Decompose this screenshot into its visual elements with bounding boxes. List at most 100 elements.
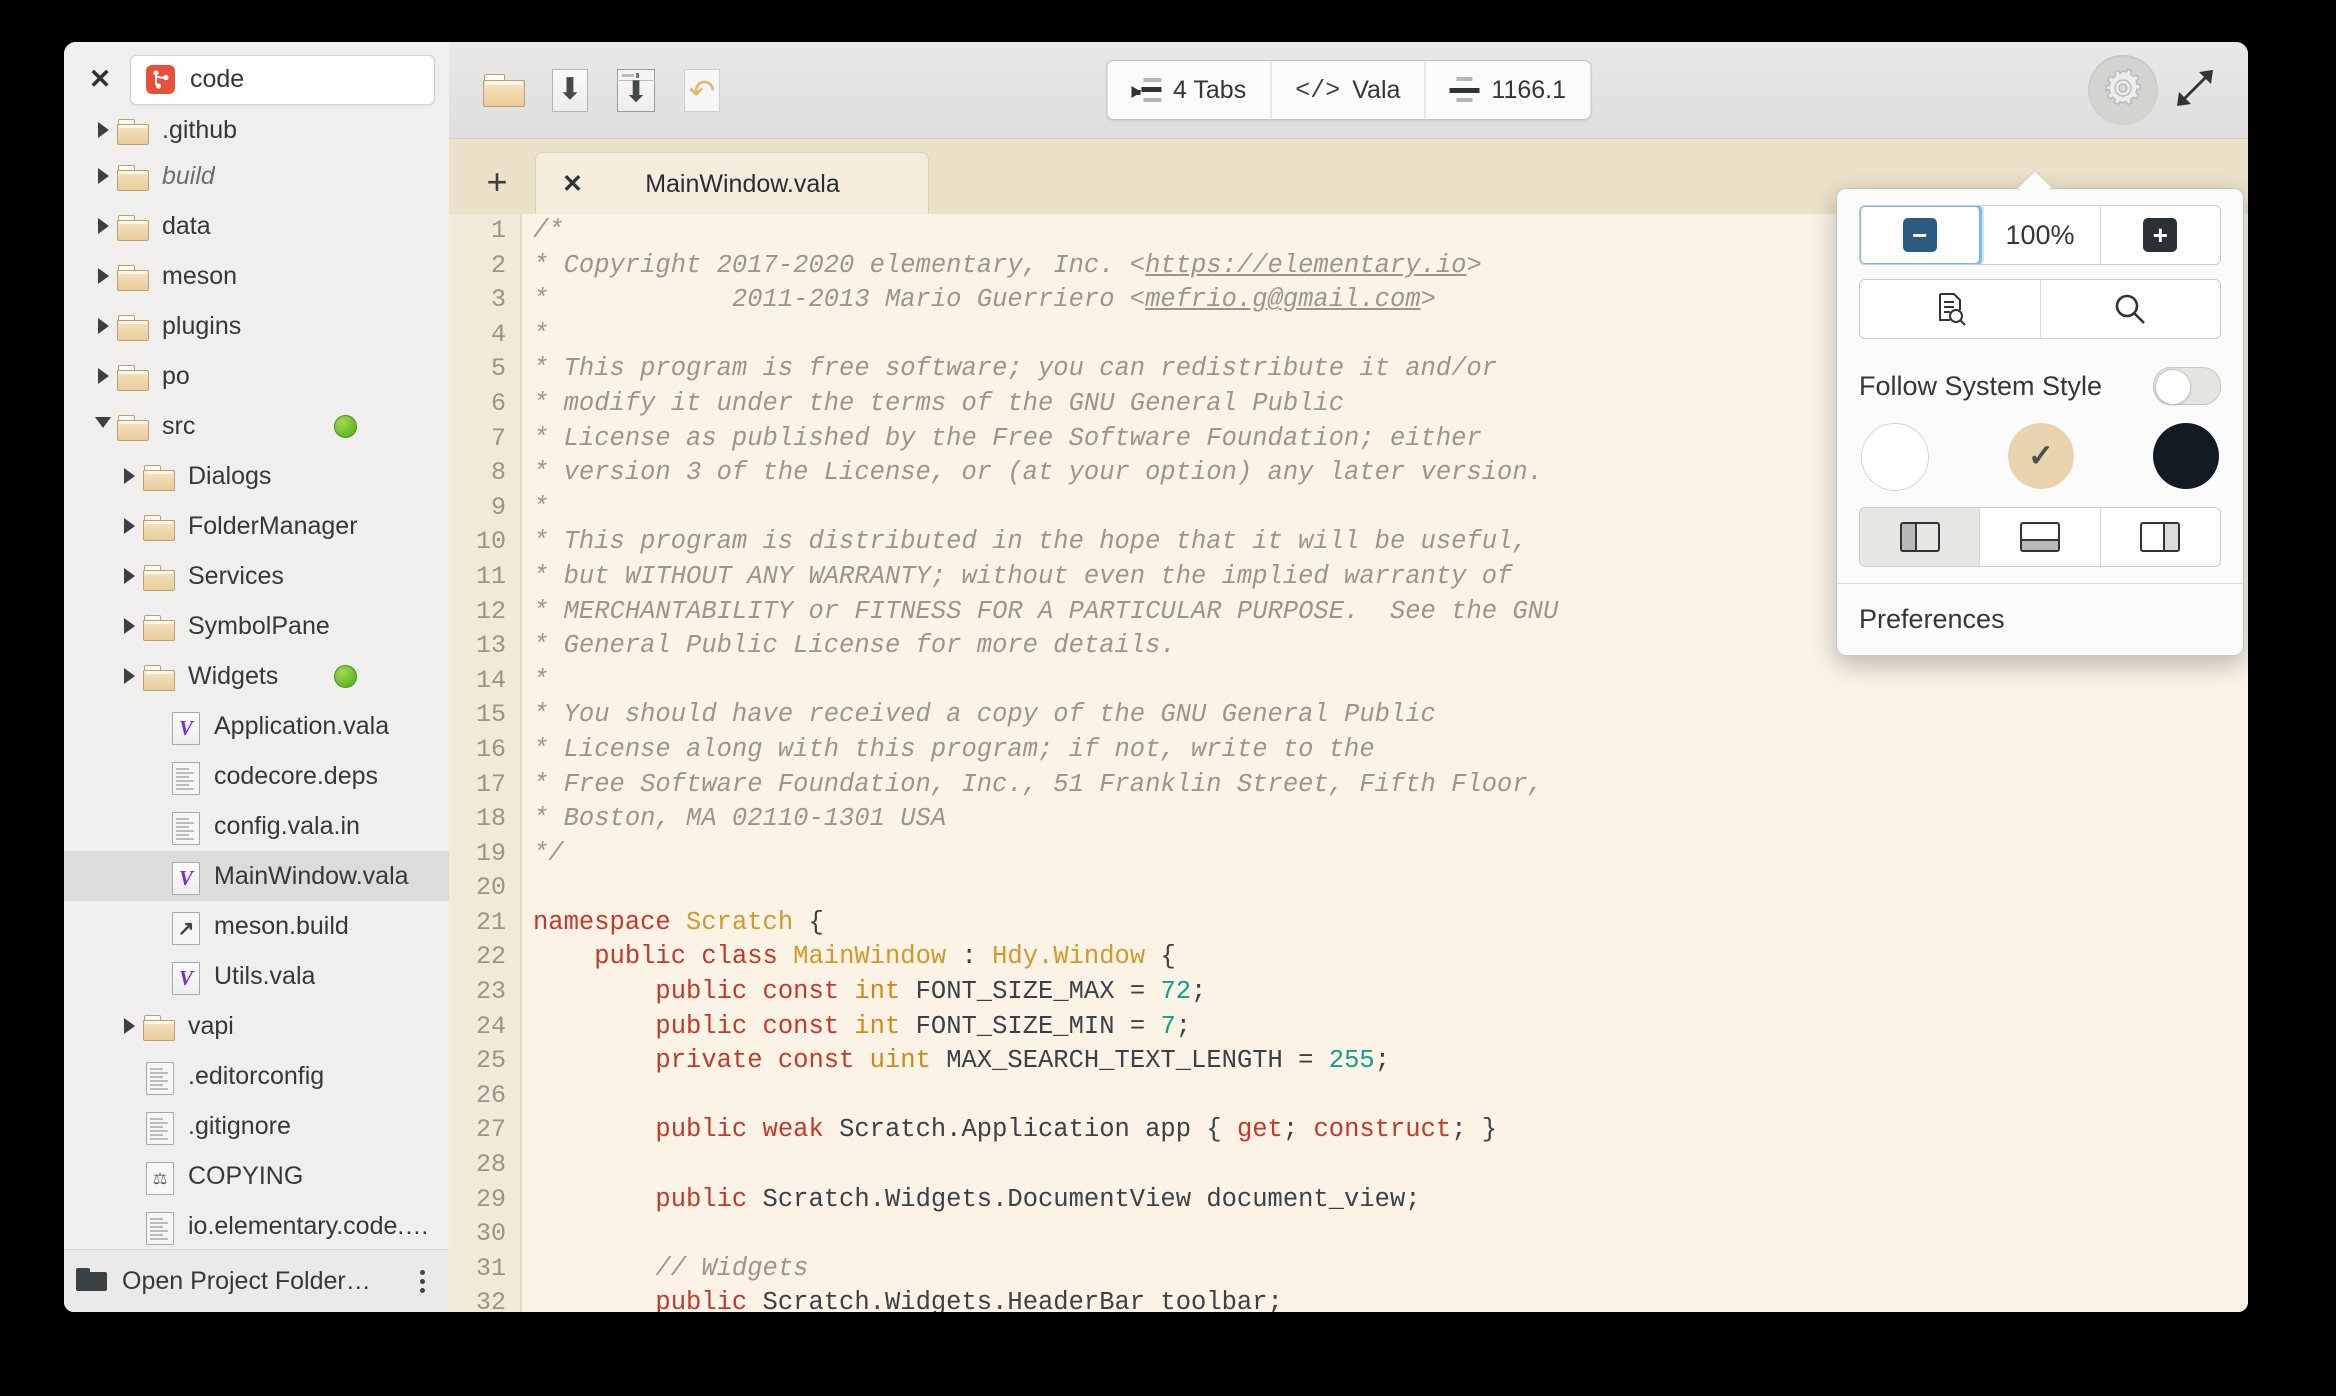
tree-item-utils-vala[interactable]: V Utils.vala	[64, 951, 449, 1001]
line-number: 25	[475, 1046, 506, 1076]
tree-item-widgets[interactable]: Widgets	[64, 651, 449, 701]
chevron-right-icon[interactable]	[90, 268, 116, 284]
tree-item-dialogs[interactable]: Dialogs	[64, 451, 449, 501]
code-token: 72	[1160, 977, 1192, 1007]
bottom-pane-toggle[interactable]	[1980, 508, 2101, 566]
language-button[interactable]: </> Vala	[1271, 61, 1426, 119]
right-pane-toggle[interactable]	[2101, 508, 2220, 566]
file-tree[interactable]: .github build data meson plugins po src Dialogs…	[64, 117, 449, 1249]
chevron-right-icon[interactable]	[116, 618, 142, 634]
code-token: * This program is distributed in the hop…	[533, 527, 1528, 557]
line-number: 29	[475, 1184, 506, 1214]
save-button[interactable]: ⬇	[537, 57, 603, 123]
tree-item-label: codecore.deps	[214, 761, 379, 790]
tree-item-symbolpane[interactable]: SymbolPane	[64, 601, 449, 651]
preferences-menu-item[interactable]: Preferences	[1837, 584, 2243, 655]
tree-item-codecore-deps[interactable]: codecore.deps	[64, 751, 449, 801]
style-light-button[interactable]	[1861, 423, 1929, 491]
code-token: Scratch.Widgets.DocumentView document_vi…	[762, 1184, 1421, 1214]
code-token: * 2011-2013 Mario Guerriero <	[533, 285, 1146, 315]
zoom-in-button[interactable]: +	[2101, 206, 2220, 264]
code-token: * version 3 of the License, or (at your …	[533, 458, 1543, 488]
tree-item-config-vala-in[interactable]: config.vala.in	[64, 801, 449, 851]
code-token: * License as published by the Free Softw…	[533, 423, 1482, 453]
tree-item-meson-build[interactable]: ↗ meson.build	[64, 901, 449, 951]
revert-button[interactable]: ↶	[669, 57, 735, 123]
tree-item-meson[interactable]: meson	[64, 251, 449, 301]
fullscreen-button[interactable]	[2164, 59, 2226, 121]
folder-icon	[142, 562, 176, 591]
code-token: * Copyright 2017-2020 elementary, Inc. <	[533, 250, 1146, 280]
code-token: private const	[655, 1046, 870, 1076]
chevron-right-icon[interactable]	[90, 168, 116, 184]
close-icon[interactable]: ✕	[562, 169, 583, 199]
tree-item-github[interactable]: .github	[64, 117, 449, 151]
chevron-right-icon[interactable]	[90, 368, 116, 384]
editor-tab[interactable]: ✕ MainWindow.vala	[535, 152, 929, 215]
chevron-right-icon[interactable]	[90, 318, 116, 334]
chevron-right-icon[interactable]	[116, 568, 142, 584]
style-dark-button[interactable]	[2153, 423, 2219, 489]
tree-item-po[interactable]: po	[64, 351, 449, 401]
chevron-right-icon[interactable]	[116, 1018, 142, 1034]
follow-system-style-toggle[interactable]	[2153, 367, 2221, 405]
code-token: MainWindow	[793, 942, 947, 972]
tree-item-label: src	[162, 411, 196, 440]
global-search-button[interactable]	[2041, 280, 2221, 338]
settings-menu-button[interactable]	[2088, 55, 2158, 125]
chevron-right-icon[interactable]	[116, 468, 142, 484]
code-token: public class	[594, 942, 794, 972]
tree-item-copying[interactable]: ⚖ COPYING	[64, 1151, 449, 1201]
style-sepia-button[interactable]: ✓	[2008, 423, 2074, 489]
search-segment	[1859, 279, 2221, 339]
tree-item-mainwindow-vala[interactable]: V MainWindow.vala	[64, 851, 449, 901]
tree-item-data[interactable]: data	[64, 201, 449, 251]
kebab-menu-icon[interactable]	[407, 1269, 437, 1293]
tree-item-services[interactable]: Services	[64, 551, 449, 601]
open-folder-button[interactable]	[471, 57, 537, 123]
tree-item-gitignore[interactable]: .gitignore	[64, 1101, 449, 1151]
find-in-document-button[interactable]	[1860, 280, 2041, 338]
open-project-folder-button[interactable]: Open Project Folder…	[64, 1249, 449, 1312]
save-as-button[interactable]: ⬇	[603, 57, 669, 123]
folder-icon	[116, 312, 150, 341]
line-number: 17	[475, 769, 506, 799]
tree-item-src[interactable]: src	[64, 401, 449, 451]
tab-width-button[interactable]: 4 Tabs	[1107, 61, 1272, 119]
tree-item-application-vala[interactable]: V Application.vala	[64, 701, 449, 751]
folder-icon	[116, 362, 150, 391]
project-chip[interactable]: code	[130, 54, 435, 105]
folder-icon	[116, 412, 150, 441]
tree-item-foldermanager[interactable]: FolderManager	[64, 501, 449, 551]
sidebar-pane-toggle[interactable]	[1860, 508, 1981, 566]
plus-icon[interactable]: +	[467, 149, 527, 215]
tree-item-build[interactable]: build	[64, 151, 449, 201]
code-token: *	[533, 319, 549, 349]
chevron-down-icon[interactable]	[90, 416, 116, 436]
tree-item-io-elementary-code-yml[interactable]: io.elementary.code.yml	[64, 1201, 449, 1249]
zoom-out-button[interactable]: −	[1860, 206, 1983, 264]
tree-item-editorconfig[interactable]: .editorconfig	[64, 1051, 449, 1101]
tree-item-vapi[interactable]: vapi	[64, 1001, 449, 1051]
chevron-right-icon[interactable]	[90, 218, 116, 234]
code-line: public const int FONT_SIZE_MAX = 72;	[533, 975, 2248, 1010]
line-number: 19	[475, 838, 506, 868]
chevron-right-icon[interactable]	[116, 518, 142, 534]
code-token: construct	[1313, 1115, 1452, 1145]
tree-item-plugins[interactable]: plugins	[64, 301, 449, 351]
folder-icon	[142, 462, 176, 491]
close-icon[interactable]: ✕	[78, 58, 122, 102]
line-count-icon	[1449, 77, 1480, 103]
chevron-right-icon[interactable]	[90, 122, 116, 138]
code-line: * License along with this program; if no…	[533, 733, 2248, 768]
follow-system-style-row[interactable]: Follow System Style	[1837, 355, 2243, 409]
line-count-button[interactable]: 1166.1	[1425, 61, 1590, 119]
chevron-right-icon[interactable]	[116, 668, 142, 684]
style-scheme-chooser: ✓	[1837, 409, 2243, 501]
line-number: 15	[475, 700, 506, 730]
tree-item-label: COPYING	[188, 1161, 304, 1190]
code-token: :	[946, 942, 993, 972]
